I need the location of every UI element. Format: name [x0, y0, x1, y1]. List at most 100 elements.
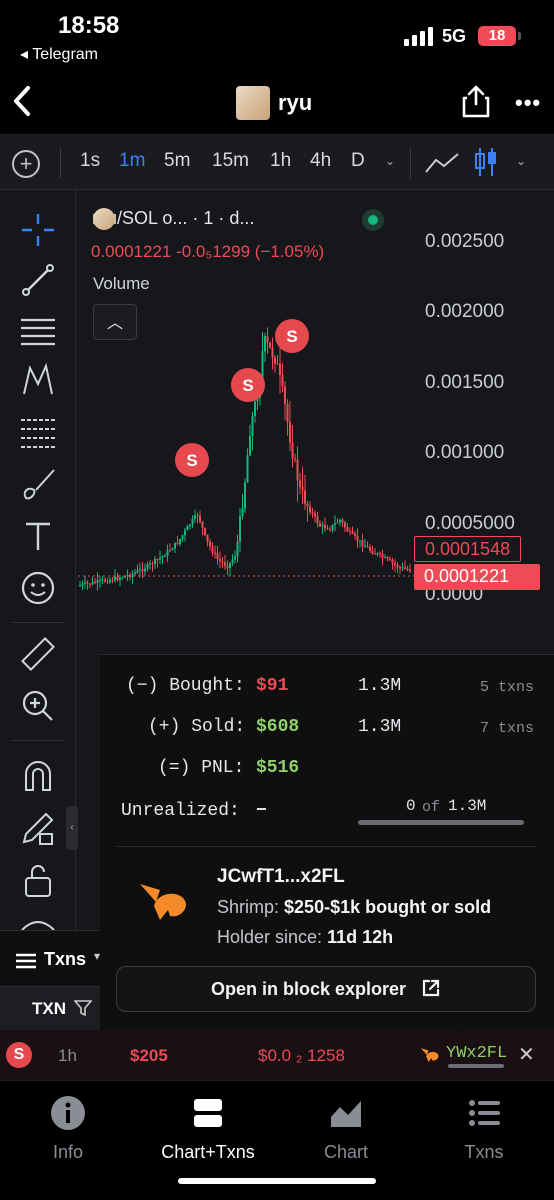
candle-body [241, 508, 244, 517]
interval-1h[interactable]: 1h [270, 150, 291, 172]
candle-body [321, 524, 324, 527]
sell-marker-label: S [286, 327, 297, 346]
open-block-explorer-button[interactable]: Open in block explorer [116, 966, 536, 1012]
interval-5m[interactable]: 5m [164, 150, 190, 172]
share-icon[interactable] [462, 84, 490, 118]
candle-body [276, 363, 279, 365]
collapse-legend-button[interactable]: ︿ [93, 304, 137, 340]
candle-body [246, 455, 249, 483]
candle-body [366, 546, 369, 548]
more-options-icon[interactable]: ••• [515, 90, 541, 116]
zoom-in-icon[interactable] [18, 686, 58, 726]
trend-line-icon[interactable] [18, 260, 58, 300]
tool-divider [12, 740, 64, 741]
fib-retracement-icon[interactable] [18, 412, 58, 452]
horizontal-lines-icon[interactable] [18, 310, 58, 350]
candle-body [391, 560, 394, 564]
candles-chart-type-icon[interactable] [474, 146, 498, 178]
candle-body [269, 342, 271, 348]
candle-body [336, 522, 339, 524]
tab-info[interactable]: Info [8, 1095, 128, 1163]
candle-body [171, 548, 174, 551]
battery-cap [518, 32, 521, 40]
unlock-icon[interactable] [18, 860, 58, 900]
candle-body [234, 556, 236, 560]
chart-type-chevron-down-icon[interactable]: ⌄ [516, 154, 526, 168]
candle-body [199, 515, 201, 522]
candle-body [224, 562, 226, 566]
legend-token-avatar [93, 208, 115, 230]
lock-drawings-icon[interactable] [18, 808, 58, 848]
split-view-icon [194, 1099, 222, 1127]
txns-panel-title: Txns [44, 949, 87, 969]
candle-body [261, 351, 264, 378]
y-tick: 0.002000 [425, 301, 505, 322]
candle-body [324, 524, 326, 529]
magnet-icon[interactable] [18, 756, 58, 796]
candle-body [314, 513, 316, 517]
tab-txns[interactable]: Txns [424, 1095, 544, 1163]
interval-1s[interactable]: 1s [80, 150, 100, 172]
brush-icon[interactable] [18, 464, 58, 504]
candle-body [396, 564, 399, 568]
interval-chevron-down-icon[interactable]: ⌄ [385, 154, 395, 168]
candle-body [106, 581, 109, 583]
candle-body [331, 524, 334, 530]
candle-body [216, 553, 219, 560]
chart-toolbar: + 1s 1m 5m 15m 1h 4h D ⌄ ⌄ [0, 134, 554, 190]
candle-body [349, 531, 351, 533]
candle-body [231, 559, 234, 563]
candle-body [101, 579, 104, 581]
bought-tokens: 1.3M [358, 676, 402, 696]
candle-body [279, 363, 281, 376]
candle-body [196, 515, 199, 517]
line-chart-type-icon[interactable] [424, 152, 460, 174]
text-tool-icon[interactable] [18, 516, 58, 556]
candle-body [319, 523, 321, 527]
candle-body [91, 581, 94, 585]
txn-usd: $205 [130, 1046, 168, 1065]
candle-body [89, 583, 91, 585]
sold-tokens: 1.3M [358, 717, 402, 737]
network-type: 5G [442, 26, 467, 46]
txn-row[interactable]: S 1h $205 $0.0 ₂ 1258 YWx2FL ✕ [0, 1030, 554, 1080]
menu-icon [16, 953, 36, 969]
candle-body [116, 576, 119, 580]
tab-chart[interactable]: Chart [286, 1095, 406, 1163]
interval-4h[interactable]: 4h [310, 150, 331, 172]
txns-panel-header[interactable]: Txns ▾ [0, 930, 100, 986]
txn-maker[interactable]: YWx2FL [446, 1044, 507, 1063]
candle-body [316, 516, 319, 524]
candle-body [386, 557, 389, 559]
back-to-telegram-link[interactable]: ◂ Telegram [20, 44, 98, 64]
wallet-tier-value: $250-$1k bought or sold [284, 897, 492, 917]
emoji-icon[interactable] [18, 568, 58, 608]
collapse-toolbar-handle[interactable]: ‹ [66, 806, 78, 850]
toolbar-divider [410, 148, 411, 178]
tab-chart-txns[interactable]: Chart+Txns [148, 1095, 268, 1163]
home-indicator [178, 1178, 376, 1184]
chart-legend-title[interactable]: ryu/SOL o... · 1 · d... [92, 208, 254, 229]
back-chevron-icon[interactable] [8, 84, 38, 118]
candle-body [299, 480, 301, 488]
filter-icon[interactable] [74, 999, 92, 1017]
crosshair-icon[interactable] [18, 210, 58, 250]
candle-body [286, 404, 289, 422]
candle-body [326, 528, 329, 530]
close-icon[interactable]: ✕ [518, 1042, 535, 1067]
ruler-icon[interactable] [18, 634, 58, 674]
interval-15m[interactable]: 15m [212, 150, 249, 172]
pattern-icon[interactable] [18, 360, 58, 400]
wallet-address[interactable]: JCwfT1...x2FL [217, 866, 345, 888]
candle-body [206, 534, 209, 542]
holding-of: of [422, 799, 441, 816]
candle-body [409, 569, 411, 572]
candle-body [81, 583, 84, 586]
add-indicator-icon[interactable]: + [12, 150, 40, 178]
candle-body [341, 519, 344, 523]
bought-txns: 5 txns [480, 679, 535, 696]
interval-1m[interactable]: 1m [119, 150, 145, 172]
list-icon [469, 1100, 500, 1126]
interval-d[interactable]: D [351, 150, 365, 172]
candle-body [79, 585, 81, 587]
